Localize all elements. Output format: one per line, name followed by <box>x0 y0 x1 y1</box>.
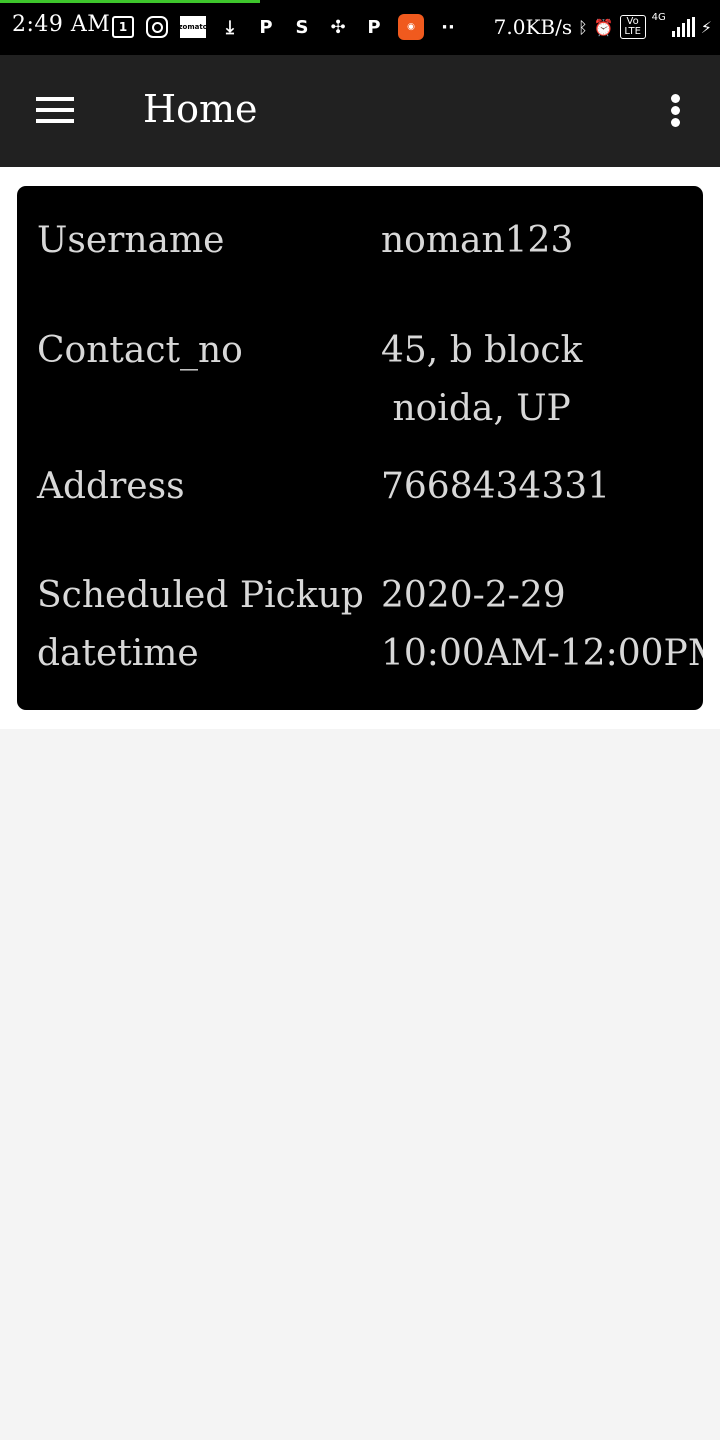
pinwheel-icon: ✣ <box>330 16 346 38</box>
content-area: Username noman123 Contact_no 45, b block… <box>0 167 720 729</box>
alarm-off-icon: ⏰ <box>593 17 614 37</box>
signal-icon <box>671 17 695 37</box>
overflow-menu-icon[interactable] <box>665 93 687 129</box>
network-speed: 7.0KB/s <box>493 15 573 39</box>
zomato-icon: zomato <box>178 16 208 38</box>
download-icon: ⤓ <box>226 16 234 38</box>
swiggy-icon: S <box>295 16 309 38</box>
detail-label: Address <box>37 466 185 507</box>
battery-charging-icon: ⚡ <box>700 17 712 37</box>
volte-icon: Vo LTE <box>619 15 646 39</box>
paytm-icon: P <box>367 16 381 38</box>
instagram-icon <box>146 16 168 38</box>
status-bar: 2:49 AM 1 zomato ⤓ P S ✣ P ◉ ·· 7.0KB/s … <box>0 0 720 55</box>
app-icon: ◉ <box>398 14 424 40</box>
calendar-icon: 1 <box>112 16 134 38</box>
page-title: Home <box>143 87 258 131</box>
network-type: 4G <box>651 12 666 23</box>
app-toolbar: Home <box>0 55 720 167</box>
download-progress-line <box>0 0 260 3</box>
detail-value: noman123 <box>381 220 574 261</box>
detail-label: Username <box>37 220 225 261</box>
detail-value: 45, b block noida, UP <box>381 330 583 429</box>
detail-label: Scheduled Pickup datetime <box>37 575 364 674</box>
notification-icons: 1 zomato ⤓ P S ✣ P ◉ ·· <box>112 12 460 42</box>
bluetooth-icon: ᛒ <box>578 17 588 37</box>
status-right: 7.0KB/s ᛒ ⏰ Vo LTE 4G ⚡ <box>494 12 712 42</box>
paytm-icon: P <box>259 16 273 38</box>
detail-label: Contact_no <box>37 330 243 371</box>
hamburger-menu-icon[interactable] <box>36 95 76 125</box>
more-dots-icon: ·· <box>441 16 455 38</box>
status-time: 2:49 AM <box>12 12 111 37</box>
detail-value: 2020-2-29 10:00AM-12:00PM <box>381 575 703 674</box>
detail-value: 7668434331 <box>381 466 611 507</box>
pickup-details-card: Username noman123 Contact_no 45, b block… <box>17 186 703 710</box>
